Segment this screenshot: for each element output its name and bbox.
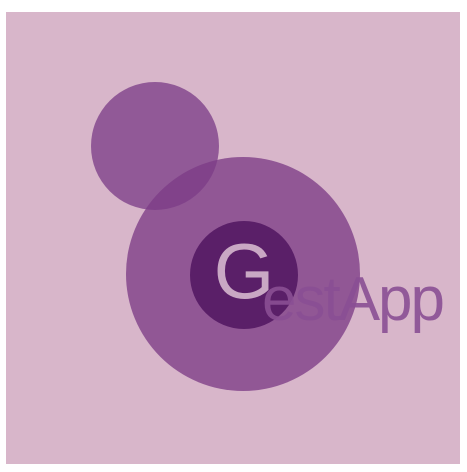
logo-background: G estApp — [6, 12, 460, 464]
guestapp-logo: G estApp — [91, 82, 445, 391]
logo-wordmark: estApp — [262, 265, 443, 334]
image-frame: G estApp — [0, 0, 467, 472]
